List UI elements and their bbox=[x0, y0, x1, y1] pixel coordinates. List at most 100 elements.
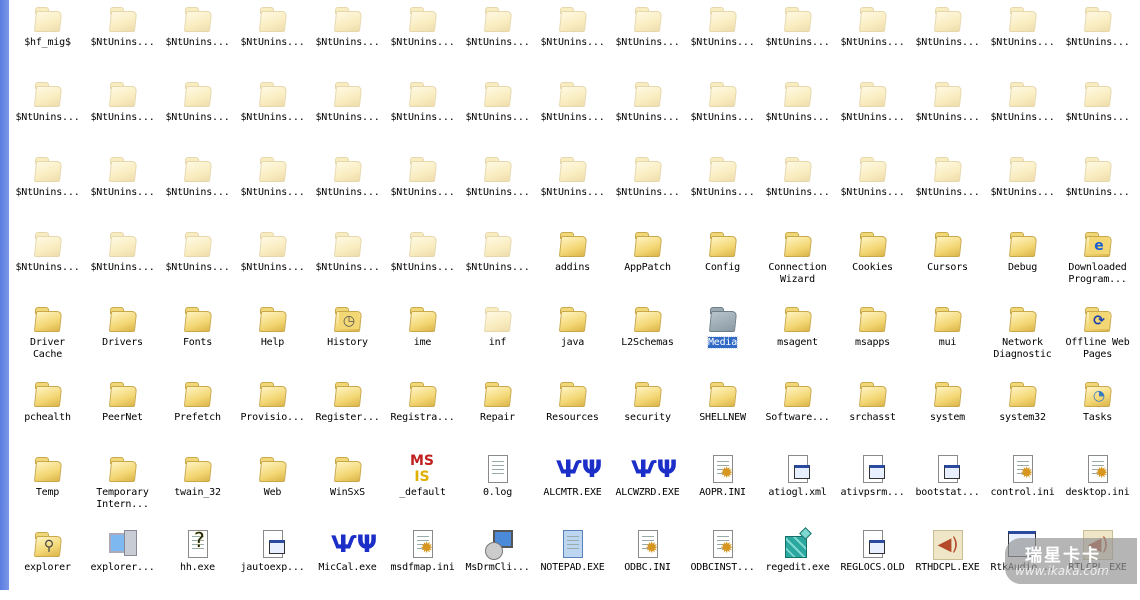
file-item[interactable]: 0.log bbox=[460, 450, 535, 525]
file-item[interactable]: $NtUnins... bbox=[310, 0, 385, 75]
file-item[interactable]: $NtUnins... bbox=[310, 75, 385, 150]
file-item[interactable]: $NtUnins... bbox=[835, 150, 910, 225]
file-item[interactable]: $NtUnins... bbox=[610, 0, 685, 75]
file-item[interactable]: $NtUnins... bbox=[985, 0, 1060, 75]
file-item[interactable]: $NtUnins... bbox=[385, 225, 460, 300]
file-item[interactable]: PeerNet bbox=[85, 375, 160, 450]
file-item[interactable]: java bbox=[535, 300, 610, 375]
file-item[interactable]: MS IS _default bbox=[385, 450, 460, 525]
file-item[interactable]: ◀) RTHDCPL.EXE bbox=[910, 525, 985, 600]
file-item[interactable]: $NtUnins... bbox=[160, 0, 235, 75]
file-item[interactable]: ✹ control.ini bbox=[985, 450, 1060, 525]
file-item[interactable]: ✹ ODBCINST... bbox=[685, 525, 760, 600]
file-item[interactable]: twain_32 bbox=[160, 450, 235, 525]
file-item[interactable]: WinSxS bbox=[310, 450, 385, 525]
file-item[interactable]: $NtUnins... bbox=[235, 150, 310, 225]
file-item[interactable]: $NtUnins... bbox=[1060, 75, 1135, 150]
file-item[interactable]: $NtUnins... bbox=[460, 75, 535, 150]
file-item[interactable]: ✹ AOPR.INI bbox=[685, 450, 760, 525]
file-item[interactable]: NOTEPAD.EXE bbox=[535, 525, 610, 600]
file-item[interactable]: $NtUnins... bbox=[910, 75, 985, 150]
file-item[interactable]: e Downloaded Program... bbox=[1060, 225, 1135, 300]
file-item[interactable]: addins bbox=[535, 225, 610, 300]
file-item[interactable]: Driver Cache bbox=[10, 300, 85, 375]
file-item[interactable]: Config bbox=[685, 225, 760, 300]
file-item[interactable]: $NtUnins... bbox=[685, 0, 760, 75]
file-item[interactable]: $NtUnins... bbox=[160, 75, 235, 150]
file-item[interactable]: Cursors bbox=[910, 225, 985, 300]
file-item[interactable]: $NtUnins... bbox=[910, 150, 985, 225]
file-item[interactable]: REGLOCS.OLD bbox=[835, 525, 910, 600]
file-item[interactable]: atiogl.xml bbox=[760, 450, 835, 525]
file-item[interactable]: $NtUnins... bbox=[160, 225, 235, 300]
file-item[interactable]: $NtUnins... bbox=[85, 0, 160, 75]
file-item[interactable]: Help bbox=[235, 300, 310, 375]
file-item[interactable]: Media bbox=[685, 300, 760, 375]
file-item[interactable]: mui bbox=[910, 300, 985, 375]
file-item[interactable]: $NtUnins... bbox=[685, 150, 760, 225]
file-item[interactable]: $NtUnins... bbox=[85, 75, 160, 150]
file-item[interactable]: $NtUnins... bbox=[385, 150, 460, 225]
file-item[interactable]: ✹ msdfmap.ini bbox=[385, 525, 460, 600]
file-item[interactable]: $NtUnins... bbox=[835, 75, 910, 150]
file-item[interactable]: ime bbox=[385, 300, 460, 375]
file-item[interactable]: $NtUnins... bbox=[460, 0, 535, 75]
file-item[interactable]: Temp bbox=[10, 450, 85, 525]
file-item[interactable]: $NtUnins... bbox=[685, 75, 760, 150]
file-item[interactable]: ѰΨ ALCMTR.EXE bbox=[535, 450, 610, 525]
file-item[interactable]: ѰΨ ALCWZRD.EXE bbox=[610, 450, 685, 525]
file-item[interactable]: $NtUnins... bbox=[985, 150, 1060, 225]
file-item[interactable]: MsDrmCli... bbox=[460, 525, 535, 600]
file-item[interactable]: $NtUnins... bbox=[235, 225, 310, 300]
file-item[interactable]: $NtUnins... bbox=[85, 150, 160, 225]
file-item[interactable]: $NtUnins... bbox=[835, 0, 910, 75]
file-item[interactable]: $NtUnins... bbox=[10, 75, 85, 150]
file-item[interactable]: Temporary Intern... bbox=[85, 450, 160, 525]
file-item[interactable]: bootstat... bbox=[910, 450, 985, 525]
file-item[interactable]: srchasst bbox=[835, 375, 910, 450]
file-item[interactable]: ◷ History bbox=[310, 300, 385, 375]
file-item[interactable]: $NtUnins... bbox=[10, 150, 85, 225]
file-item[interactable]: $NtUnins... bbox=[760, 75, 835, 150]
file-item[interactable]: L2Schemas bbox=[610, 300, 685, 375]
file-item[interactable]: Connection Wizard bbox=[760, 225, 835, 300]
file-item[interactable]: jautoexp... bbox=[235, 525, 310, 600]
file-item[interactable]: Network Diagnostic bbox=[985, 300, 1060, 375]
file-item[interactable]: ativpsrm... bbox=[835, 450, 910, 525]
file-item[interactable]: $NtUnins... bbox=[85, 225, 160, 300]
file-item[interactable]: SHELLNEW bbox=[685, 375, 760, 450]
file-item[interactable]: ? hh.exe bbox=[160, 525, 235, 600]
file-item[interactable]: inf bbox=[460, 300, 535, 375]
file-item[interactable]: $NtUnins... bbox=[10, 225, 85, 300]
file-item[interactable]: Debug bbox=[985, 225, 1060, 300]
file-item[interactable]: ✹ desktop.ini bbox=[1060, 450, 1135, 525]
file-item[interactable]: $NtUnins... bbox=[385, 75, 460, 150]
file-item[interactable]: $hf_mig$ bbox=[10, 0, 85, 75]
file-item[interactable]: $NtUnins... bbox=[160, 150, 235, 225]
file-item[interactable]: AppPatch bbox=[610, 225, 685, 300]
file-item[interactable]: ⟳ Offline Web Pages bbox=[1060, 300, 1135, 375]
file-item[interactable]: $NtUnins... bbox=[610, 150, 685, 225]
file-item[interactable]: Repair bbox=[460, 375, 535, 450]
file-item[interactable]: ◔ Tasks bbox=[1060, 375, 1135, 450]
file-item[interactable]: $NtUnins... bbox=[535, 75, 610, 150]
file-item[interactable]: ✹ ODBC.INI bbox=[610, 525, 685, 600]
file-item[interactable]: $NtUnins... bbox=[1060, 0, 1135, 75]
file-item[interactable]: ѰΨ MicCal.exe bbox=[310, 525, 385, 600]
file-item[interactable]: Web bbox=[235, 450, 310, 525]
file-item[interactable]: Fonts bbox=[160, 300, 235, 375]
file-item[interactable]: $NtUnins... bbox=[385, 0, 460, 75]
file-item[interactable]: $NtUnins... bbox=[235, 0, 310, 75]
file-item[interactable]: system bbox=[910, 375, 985, 450]
file-item[interactable]: Provisio... bbox=[235, 375, 310, 450]
file-item[interactable]: pchealth bbox=[10, 375, 85, 450]
file-item[interactable]: Resources bbox=[535, 375, 610, 450]
file-item[interactable]: explorer... bbox=[85, 525, 160, 600]
file-item[interactable]: Registra... bbox=[385, 375, 460, 450]
file-item[interactable]: msapps bbox=[835, 300, 910, 375]
file-item[interactable]: $NtUnins... bbox=[610, 75, 685, 150]
file-item[interactable]: Prefetch bbox=[160, 375, 235, 450]
file-item[interactable]: msagent bbox=[760, 300, 835, 375]
file-item[interactable]: Drivers bbox=[85, 300, 160, 375]
file-item[interactable]: $NtUnins... bbox=[460, 150, 535, 225]
